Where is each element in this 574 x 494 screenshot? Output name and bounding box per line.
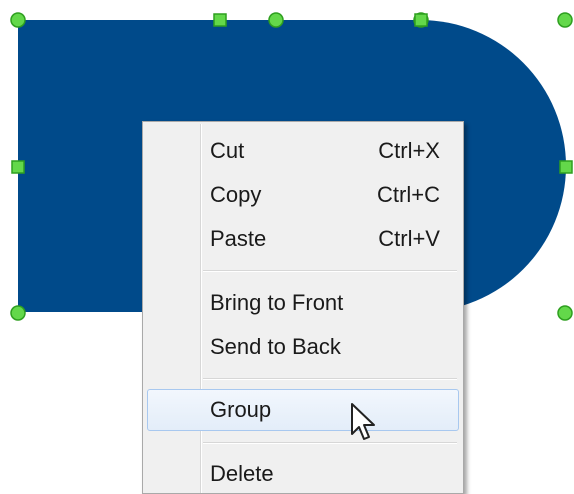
menu-item-label: Paste	[210, 226, 267, 251]
menu-item-label: Send to Back	[210, 334, 341, 359]
selection-handle-top-mid[interactable]	[268, 12, 284, 28]
menu-item-cut[interactable]: Cut Ctrl+X	[147, 130, 459, 172]
selection-handle-bottom-right[interactable]	[557, 305, 573, 321]
menu-separator	[203, 442, 457, 444]
menu-item-label: Bring to Front	[210, 290, 344, 315]
menu-separator	[203, 270, 457, 272]
selection-handle-top-square[interactable]	[213, 13, 227, 27]
selection-handle-top-left[interactable]	[10, 12, 26, 28]
selection-handle-mid-left[interactable]	[11, 160, 25, 174]
menu-item-label: Copy	[210, 182, 262, 207]
menu-item-shortcut: Ctrl+C	[377, 182, 440, 207]
diagram-canvas[interactable]: Cut Ctrl+X Copy Ctrl+C Paste Ctrl+V Brin…	[0, 0, 574, 494]
selection-handle-bottom-left[interactable]	[10, 305, 26, 321]
arrow-pointer-icon	[351, 403, 375, 440]
menu-item-label: Delete	[210, 461, 274, 486]
menu-item-label: Cut	[210, 138, 245, 163]
menu-item-bring-to-front[interactable]: Bring to Front	[147, 282, 459, 324]
menu-separator	[203, 378, 457, 380]
menu-item-shortcut: Ctrl+V	[378, 226, 440, 251]
context-menu: Cut Ctrl+X Copy Ctrl+C Paste Ctrl+V Brin…	[142, 121, 464, 494]
menu-item-send-to-back[interactable]: Send to Back	[147, 326, 459, 368]
menu-item-delete[interactable]: Delete	[147, 453, 459, 494]
menu-item-group[interactable]: Group	[147, 389, 459, 431]
control-point-corner-square[interactable]	[414, 13, 428, 27]
menu-item-label: Group	[210, 397, 272, 422]
menu-item-paste[interactable]: Paste Ctrl+V	[147, 218, 459, 260]
selection-handle-mid-right[interactable]	[559, 160, 573, 174]
selection-handle-top-right[interactable]	[557, 12, 573, 28]
menu-item-shortcut: Ctrl+X	[378, 138, 440, 163]
menu-item-copy[interactable]: Copy Ctrl+C	[147, 174, 459, 216]
